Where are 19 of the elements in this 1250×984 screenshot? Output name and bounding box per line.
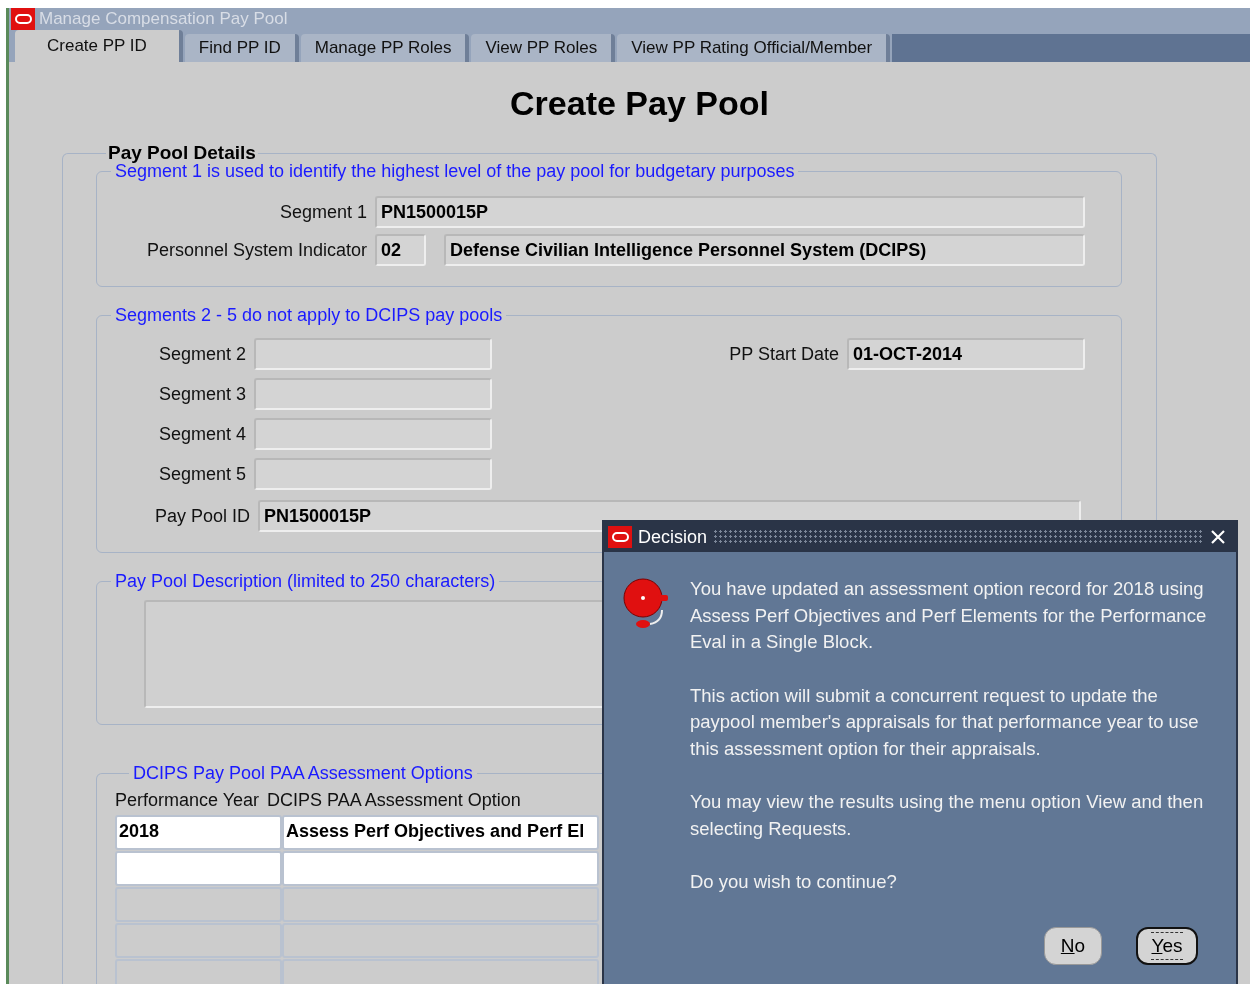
field-label: Pay Pool ID [153,505,251,527]
group-title: Pay Pool Description (limited to 250 characters) [114,571,497,592]
field-label: Segment 4 [157,423,247,445]
field-label: Segment 1 [278,201,368,223]
field-label: PP Start Date [728,343,840,365]
group-title: Segments 2 - 5 do not apply to DCIPS pay pools [114,305,504,326]
column-header: Performance Year [115,790,260,811]
field-label: Segment 5 [157,463,247,485]
column-header: DCIPS PAA Assessment Option [267,790,521,811]
window-title: Manage Compensation Pay Pool [39,9,288,29]
field-label: Segment 2 [157,343,247,365]
page-title: Create Pay Pool [509,84,770,123]
dialog-message: You may view the results using the menu option View and then selecting Requests. [690,790,1205,841]
dialog-message: Do you wish to continue? [690,870,898,894]
group-title: DCIPS Pay Pool PAA Assessment Options [132,763,474,784]
field-label: Personnel System Indicator [145,239,368,261]
dialog-message: You have updated an assessment option record for 2018 using Assess Perf Objectives and Perf Elements for the Performance Eval in a Single Block. [690,577,1208,654]
dialog-message: This action will submit a concurrent request to update the paypool member's appraisals for that performance year to use this assessment option for their appraisals. [690,683,1200,761]
field-label: Segment 3 [157,383,247,405]
